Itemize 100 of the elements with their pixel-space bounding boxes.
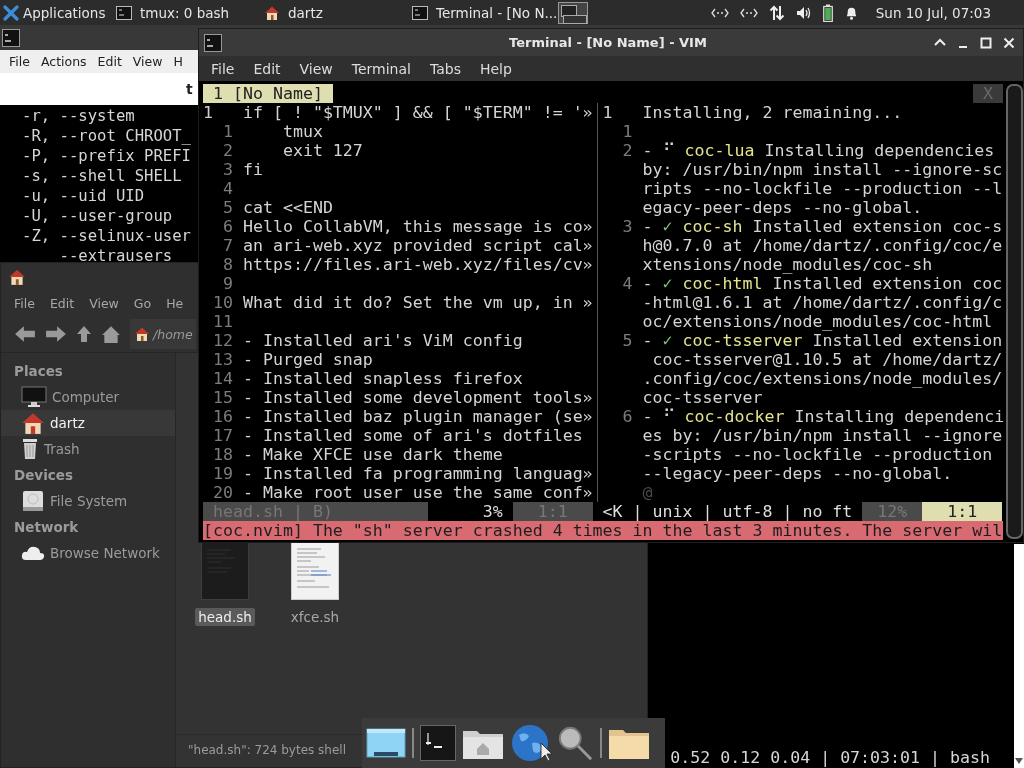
code-line: exit 127 — [281, 141, 363, 160]
sidebar-item[interactable]: Trash — [1, 436, 175, 462]
taskbar-button[interactable]: dartz — [258, 0, 406, 25]
code-line: - Installed some development tools» — [242, 388, 593, 407]
file-item[interactable]: head.sh — [196, 542, 254, 626]
menu-item[interactable]: View — [89, 296, 119, 311]
terminal-icon — [412, 4, 428, 21]
line-number: 1 — [203, 103, 214, 122]
menu-item[interactable]: H — [173, 54, 183, 69]
battery-icon[interactable] — [822, 3, 833, 22]
house-icon[interactable] — [101, 325, 121, 343]
menu-item[interactable]: He — [166, 296, 184, 311]
output-line: Installing, 2 remaining... — [642, 103, 903, 122]
menu-item[interactable]: View — [132, 54, 163, 69]
sidebar-item[interactable]: Computer — [1, 384, 175, 410]
desktop-icon[interactable] — [366, 726, 406, 760]
line-number: 17 — [212, 426, 233, 445]
terminal-line: -u, --uid UID — [22, 186, 145, 206]
code-line: - Installed snapless firefox — [242, 369, 523, 388]
menu-item[interactable]: View — [299, 60, 333, 77]
line-number: 3 — [621, 217, 633, 236]
taskbar-button[interactable]: Terminal - [No N... — [406, 0, 554, 25]
trash-icon — [21, 438, 39, 460]
forward-arrow-icon[interactable] — [45, 325, 67, 343]
output-line: oc/extensions/node_modules/coc-html — [642, 312, 993, 331]
menu-item[interactable]: Actions — [40, 54, 87, 69]
line-number: 1 — [621, 122, 633, 141]
workspace-pager[interactable] — [558, 1, 588, 24]
output-line: -scripts --no-lockfile --production — [642, 445, 993, 464]
back-arrow-icon[interactable] — [14, 325, 36, 343]
output-line: - ✓ coc-sh Installed extension coc-s — [642, 217, 1003, 236]
output-line: --legacy-peer-deps --no-global. — [642, 464, 953, 483]
line-number: 6 — [221, 217, 233, 236]
menu-item[interactable]: Help — [479, 60, 512, 77]
output-line: .config/coc/extensions/node_modules/ — [642, 369, 1003, 388]
house-icon — [8, 268, 26, 286]
menu-item[interactable]: File — [9, 54, 30, 69]
menu-item[interactable]: Edit — [49, 296, 75, 311]
status-info: <K | unix | utf-8 | no ft — [601, 502, 854, 521]
sidebar-heading: Devices — [13, 466, 74, 485]
sidebar-item[interactable]: Browse Network — [1, 540, 175, 566]
output-line: h@0.7.0 at /home/dartz/.config/coc/e — [642, 236, 1003, 255]
menu-item[interactable]: Terminal — [351, 60, 411, 77]
house-icon — [134, 326, 150, 342]
sidebar-item[interactable]: dartz — [1, 410, 175, 436]
file-item[interactable]: xfce.sh — [286, 542, 344, 626]
code-line: - Make root user use the same conf» — [242, 483, 593, 502]
code-line: - Installed ari's ViM config — [242, 331, 523, 350]
clock[interactable]: Sun 10 Jul, 07:03 — [875, 4, 991, 21]
scrollbar[interactable] — [1014, 544, 1024, 768]
vim-tab[interactable]: 1 [No Name] — [203, 84, 333, 103]
line-number: 7 — [221, 236, 233, 255]
applications-menu[interactable]: Applications — [0, 0, 110, 25]
menu-item[interactable]: File — [14, 296, 35, 311]
terminal-line: -R, --root CHROOT_ — [22, 126, 191, 146]
code-line: - Installed fa programming languag» — [242, 464, 593, 483]
code-line: fi — [242, 160, 263, 179]
maximize-icon[interactable] — [980, 36, 992, 49]
hard-drive-icon — [21, 490, 45, 512]
output-line: es by: /usr/bin/npm install --ignore — [642, 426, 1003, 445]
location-field[interactable]: /home — [130, 319, 196, 349]
output-line: ripts --no-lockfile --production --l — [642, 179, 1003, 198]
terminal-line: -Z, --selinux-user — [22, 226, 191, 246]
magnifier-icon[interactable] — [556, 724, 594, 762]
taskbar-button[interactable]: tmux: 0 bash — [110, 0, 258, 25]
line-number: 18 — [212, 445, 233, 464]
output-line: -html@1.6.1 at /home/dartz/.config/c — [642, 293, 1003, 312]
code-line: https://files.ari-web.xyz/files/cv» — [242, 255, 593, 274]
file-name[interactable]: xfce.sh — [287, 608, 343, 626]
line-number: 3 — [221, 160, 233, 179]
status-percent: 3% — [481, 502, 504, 521]
output-line: coc-tsserver@1.10.5 at /home/dartz/ — [651, 350, 1003, 369]
menu-item[interactable]: Edit — [97, 54, 122, 69]
up-down-arrows-icon[interactable] — [768, 4, 785, 21]
terminal-line: -U, --user-group — [22, 206, 173, 226]
line-number: 4 — [221, 179, 233, 198]
cloud-icon — [21, 545, 45, 561]
globe-icon[interactable] — [510, 723, 550, 763]
down-arrow-icon[interactable] — [1015, 758, 1023, 764]
code-line: cat <<END — [242, 198, 333, 217]
code-line: - Make XFCE use dark theme — [242, 445, 503, 464]
scrollbar[interactable] — [1006, 84, 1023, 539]
network-icon[interactable] — [710, 6, 729, 19]
terminal-line: --extrausers — [58, 246, 173, 266]
output-line: xtensions/node_modules/coc-sh — [642, 255, 933, 274]
sidebar-item[interactable]: File System — [1, 488, 175, 514]
code-line: Hello CollabVM, this message is co» — [242, 217, 593, 236]
up-arrow-icon[interactable] — [76, 325, 92, 343]
terminal-line: -P, --prefix PREFI — [22, 146, 191, 166]
terminal-tab[interactable]: t — [186, 81, 193, 97]
terminal-icon[interactable] — [420, 725, 456, 761]
close-icon[interactable] — [1003, 36, 1015, 49]
line-number: 10 — [212, 293, 233, 312]
menu-item[interactable]: Edit — [253, 60, 281, 77]
file-name[interactable]: head.sh — [195, 608, 255, 626]
menu-item[interactable]: Tabs — [429, 60, 461, 77]
menu-item[interactable]: File — [211, 60, 235, 77]
network-icon[interactable] — [739, 6, 758, 19]
menu-item[interactable]: Go — [133, 296, 152, 311]
line-number: 4 — [621, 274, 633, 293]
